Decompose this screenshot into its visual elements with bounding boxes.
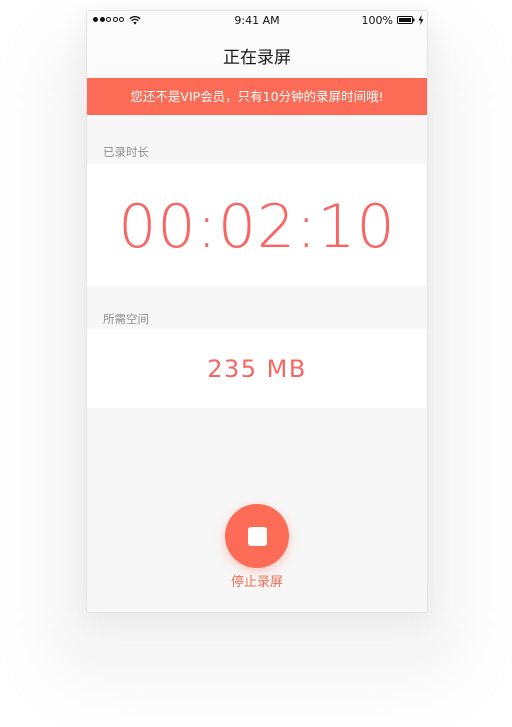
duration-card: 00:02:10 bbox=[87, 164, 427, 286]
vip-notice-banner[interactable]: 您还不是VIP会员，只有10分钟的录屏时间哦! bbox=[87, 78, 427, 115]
duration-label: 已录时长 bbox=[103, 145, 149, 159]
space-card: 235 MB bbox=[87, 329, 427, 408]
stop-icon bbox=[248, 527, 267, 546]
battery-percentage: 100% bbox=[361, 14, 393, 27]
battery-icon bbox=[397, 16, 415, 24]
page-title: 正在录屏 bbox=[223, 48, 291, 68]
phone-screen: 9:41 AM 100% 正在录屏 您还不是VIP会员，只有10分钟的录屏时间哦… bbox=[86, 10, 428, 613]
status-bar: 9:41 AM 100% bbox=[87, 11, 427, 31]
navigation-bar: 正在录屏 bbox=[87, 31, 427, 78]
bolt-icon bbox=[418, 15, 424, 25]
page: 9:41 AM 100% 正在录屏 您还不是VIP会员，只有10分钟的录屏时间哦… bbox=[0, 0, 512, 727]
space-label: 所需空间 bbox=[103, 312, 149, 326]
required-space-value: 235 MB bbox=[207, 355, 307, 383]
stop-recording-button[interactable] bbox=[225, 504, 289, 568]
stop-recording-label[interactable]: 停止录屏 bbox=[87, 571, 427, 590]
recording-timer: 00:02:10 bbox=[118, 192, 396, 262]
